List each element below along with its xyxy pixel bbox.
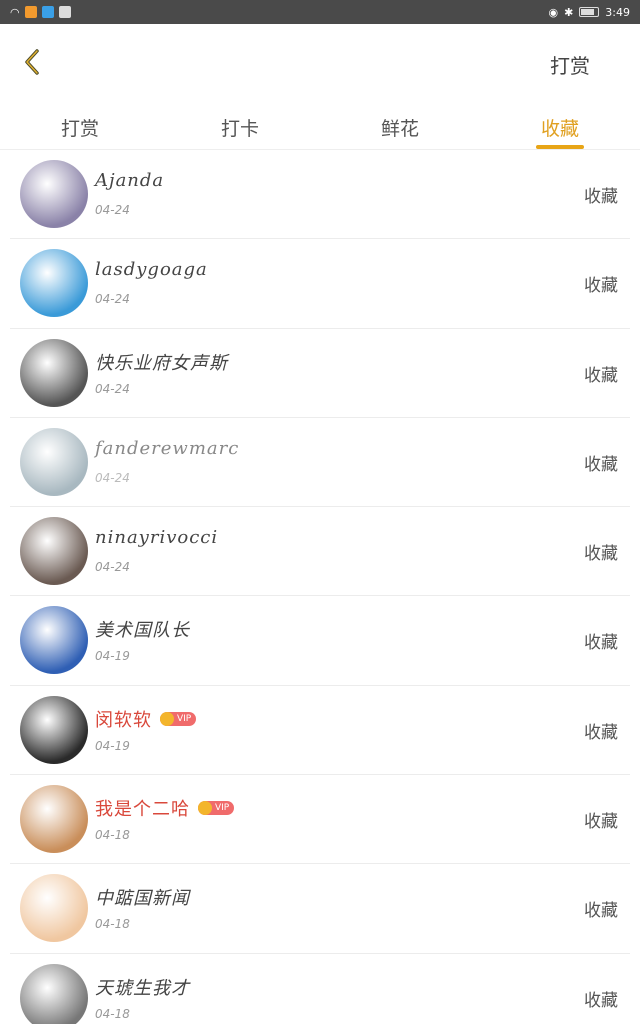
back-button[interactable] xyxy=(16,46,48,78)
browser-notification-icon xyxy=(41,6,54,18)
avatar[interactable] xyxy=(20,160,88,228)
list-item[interactable]: fanderewmarc 04-24 收藏 xyxy=(10,418,630,508)
tab-bar: 打赏 打卡 鲜花 收藏 xyxy=(0,100,640,150)
item-date: 04-18 xyxy=(95,828,130,843)
name-line: ninayrivocci xyxy=(95,527,218,548)
user-name[interactable]: 闵软软 xyxy=(95,706,152,732)
status-icons-left: ◠ xyxy=(10,6,71,19)
header: 打赏 xyxy=(0,24,640,100)
vip-label: VIP xyxy=(215,803,230,814)
avatar[interactable] xyxy=(20,249,88,318)
avatar[interactable] xyxy=(20,695,88,764)
user-name[interactable]: 美术国队长 xyxy=(95,616,190,642)
collect-label: 收藏 xyxy=(584,901,618,922)
status-icons-right: ◉ ✱ 3:49 xyxy=(548,6,630,19)
user-name[interactable]: lasdygoaga xyxy=(95,259,208,280)
list-item[interactable]: 快乐业府女声斯 04-24 收藏 xyxy=(10,329,630,418)
item-date: 04-24 xyxy=(95,560,130,575)
name-line: 天琥生我才 xyxy=(95,974,190,1000)
collect-label: 收藏 xyxy=(584,276,618,297)
avatar[interactable] xyxy=(20,963,88,1024)
name-line: 快乐业府女声斯 xyxy=(95,349,228,375)
user-name[interactable]: Ajanda xyxy=(95,170,164,191)
collect-label: 收藏 xyxy=(584,365,618,386)
collect-label: 收藏 xyxy=(584,454,618,475)
vip-label: VIP xyxy=(177,713,192,724)
vip-badge: VIP xyxy=(160,711,197,726)
name-line: fanderewmarc xyxy=(95,438,239,459)
collect-label: 收藏 xyxy=(584,633,618,654)
eye-icon: ◉ xyxy=(548,5,559,19)
list-item[interactable]: 中踮国新闻 04-18 收藏 xyxy=(10,864,630,954)
favorites-list: Ajanda 04-24 收藏 lasdygoaga 04-24 收藏 快乐业府女声斯 04-… xyxy=(0,150,640,1024)
vip-badge: VIP xyxy=(198,801,235,816)
item-date: 04-19 xyxy=(95,738,130,753)
collect-label: 收藏 xyxy=(584,812,618,833)
user-name[interactable]: 我是个二哈 xyxy=(95,795,190,821)
collect-label: 收藏 xyxy=(584,544,618,565)
user-name[interactable]: fanderewmarc xyxy=(95,438,239,459)
vip-coin-icon xyxy=(198,801,212,816)
list-item[interactable]: 我是个二哈 VIP 04-18 收藏 xyxy=(10,775,630,865)
item-date: 04-24 xyxy=(95,381,130,396)
tab-reward[interactable]: 打赏 xyxy=(0,100,160,149)
list-item[interactable]: 天琥生我才 04-18 收藏 xyxy=(10,954,630,1024)
reward-button[interactable]: 打赏 xyxy=(550,50,590,79)
bluetooth-icon: ✱ xyxy=(564,5,574,19)
tab-flowers[interactable]: 鲜花 xyxy=(320,100,480,149)
item-date: 04-19 xyxy=(95,649,130,664)
item-date: 04-24 xyxy=(95,203,130,217)
chevron-left-icon xyxy=(25,49,39,75)
name-line: Ajanda xyxy=(95,170,164,191)
avatar[interactable] xyxy=(20,874,88,943)
app-notification-icon xyxy=(24,6,37,18)
wifi-icon: ◠ xyxy=(10,5,20,19)
item-date: 04-18 xyxy=(95,917,130,932)
battery-icon xyxy=(579,7,600,17)
user-name[interactable]: 中踮国新闻 xyxy=(95,884,190,910)
name-line: 闵软软 VIP xyxy=(95,706,197,732)
avatar[interactable] xyxy=(20,338,88,407)
tab-favorites[interactable]: 收藏 xyxy=(480,100,640,149)
avatar[interactable] xyxy=(20,427,88,496)
collect-label: 收藏 xyxy=(584,722,618,743)
avatar[interactable] xyxy=(20,606,88,675)
avatar[interactable] xyxy=(20,785,88,854)
list-item[interactable]: 美术国队长 04-19 收藏 xyxy=(10,596,630,686)
name-line: 美术国队长 xyxy=(95,616,190,642)
name-line: 中踮国新闻 xyxy=(95,884,190,910)
name-line: 我是个二哈 VIP xyxy=(95,795,235,821)
user-name[interactable]: 天琥生我才 xyxy=(95,974,190,1000)
collect-label: 收藏 xyxy=(584,187,618,207)
avatar[interactable] xyxy=(20,517,88,586)
vip-coin-icon xyxy=(160,711,174,726)
list-item[interactable]: lasdygoaga 04-24 收藏 xyxy=(10,239,630,329)
user-name[interactable]: ninayrivocci xyxy=(95,527,218,548)
clock-time: 3:49 xyxy=(605,5,630,19)
item-date: 04-24 xyxy=(95,292,130,307)
collect-label: 收藏 xyxy=(584,990,618,1011)
list-item[interactable]: 闵软软 VIP 04-19 收藏 xyxy=(10,686,630,776)
list-item[interactable]: ninayrivocci 04-24 收藏 xyxy=(10,507,630,597)
list-item[interactable]: Ajanda 04-24 收藏 xyxy=(10,150,630,240)
item-date: 04-18 xyxy=(95,1006,130,1021)
keyboard-notification-icon xyxy=(58,6,71,18)
tab-checkin[interactable]: 打卡 xyxy=(160,100,320,149)
user-name[interactable]: 快乐业府女声斯 xyxy=(95,349,228,375)
item-date: 04-24 xyxy=(95,470,130,485)
status-bar: ◠ ◉ ✱ 3:49 xyxy=(0,0,640,24)
name-line: lasdygoaga xyxy=(95,259,208,280)
